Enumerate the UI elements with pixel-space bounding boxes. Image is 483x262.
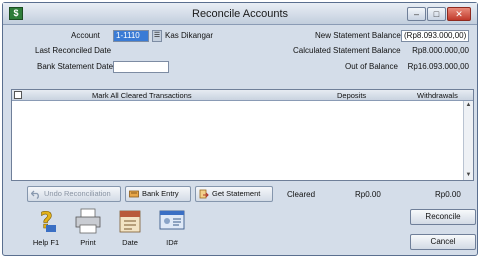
printer-icon	[75, 208, 101, 234]
undo-reconciliation-button[interactable]: Undo Reconciliation	[27, 186, 121, 202]
reconcile-header: Account 1-1110 ☰ Kas Dikangar Last Recon…	[11, 29, 471, 85]
maximize-button[interactable]: □	[427, 7, 446, 21]
date-label: Date	[122, 238, 138, 247]
reconcile-accounts-window: $ Reconcile Accounts – □ ✕ Account 1-111…	[2, 2, 478, 256]
undo-reconciliation-label: Undo Reconciliation	[44, 189, 111, 198]
grid-scrollbar[interactable]: ▲ ▼	[463, 101, 473, 180]
bank-statement-date-input[interactable]	[113, 61, 169, 73]
help-button[interactable]: ? Help F1	[28, 206, 64, 250]
new-statement-balance-input[interactable]: (Rp8.093.000,00)	[401, 30, 469, 42]
minimize-button[interactable]: –	[407, 7, 426, 21]
account-label: Account	[71, 31, 100, 40]
last-reconciled-label: Last Reconciled Date	[35, 46, 112, 55]
help-icon: ?	[40, 209, 56, 234]
bank-statement-date-label: Bank Statement Date	[37, 62, 114, 71]
withdrawals-column-header: Withdrawals	[417, 91, 458, 100]
reconcile-button[interactable]: Reconcile	[410, 209, 476, 225]
scroll-up-icon[interactable]: ▲	[464, 101, 473, 110]
out-of-balance-value: Rp16.093.000,00	[407, 62, 469, 71]
account-lookup-button[interactable]: ☰	[152, 30, 162, 42]
mark-all-column-header[interactable]: Mark All Cleared Transactions	[92, 91, 192, 100]
close-button[interactable]: ✕	[447, 7, 471, 21]
grid-header: Mark All Cleared Transactions Deposits W…	[12, 90, 473, 101]
get-statement-icon	[199, 189, 209, 199]
cancel-button[interactable]: Cancel	[410, 234, 476, 250]
calendar-icon	[119, 210, 141, 233]
undo-icon	[31, 190, 39, 199]
get-statement-label: Get Statement	[212, 189, 261, 198]
id-card-icon	[159, 210, 185, 230]
print-button[interactable]: Print	[70, 206, 106, 250]
id-label: ID#	[166, 238, 178, 247]
account-name: Kas Dikangar	[165, 31, 214, 40]
help-label: Help F1	[32, 238, 60, 247]
scroll-down-icon[interactable]: ▼	[464, 171, 473, 180]
deposits-column-header: Deposits	[337, 91, 367, 100]
mark-all-checkbox[interactable]	[14, 91, 22, 99]
title-bar: $ Reconcile Accounts – □ ✕	[3, 3, 477, 25]
bank-entry-label: Bank Entry	[142, 189, 179, 198]
account-input[interactable]: 1-1110	[113, 30, 149, 42]
get-statement-button[interactable]: Get Statement	[195, 186, 273, 202]
calculated-statement-balance-value: Rp8.000.000,00	[412, 46, 469, 55]
bank-entry-icon	[129, 190, 139, 198]
window-title: Reconcile Accounts	[192, 8, 288, 20]
calculated-statement-balance-label: Calculated Statement Balance	[293, 46, 401, 55]
cleared-withdrawals-total: Rp0.00	[435, 190, 461, 199]
id-button[interactable]: ID#	[154, 206, 190, 250]
out-of-balance-label: Out of Balance	[345, 62, 398, 71]
transactions-grid: Mark All Cleared Transactions Deposits W…	[11, 89, 474, 181]
bank-entry-button[interactable]: Bank Entry	[125, 186, 191, 202]
cleared-deposits-total: Rp0.00	[355, 190, 381, 199]
new-statement-balance-label: New Statement Balance	[315, 31, 401, 40]
cleared-label: Cleared	[287, 190, 316, 199]
print-label: Print	[80, 238, 96, 247]
date-button[interactable]: Date	[112, 206, 148, 250]
